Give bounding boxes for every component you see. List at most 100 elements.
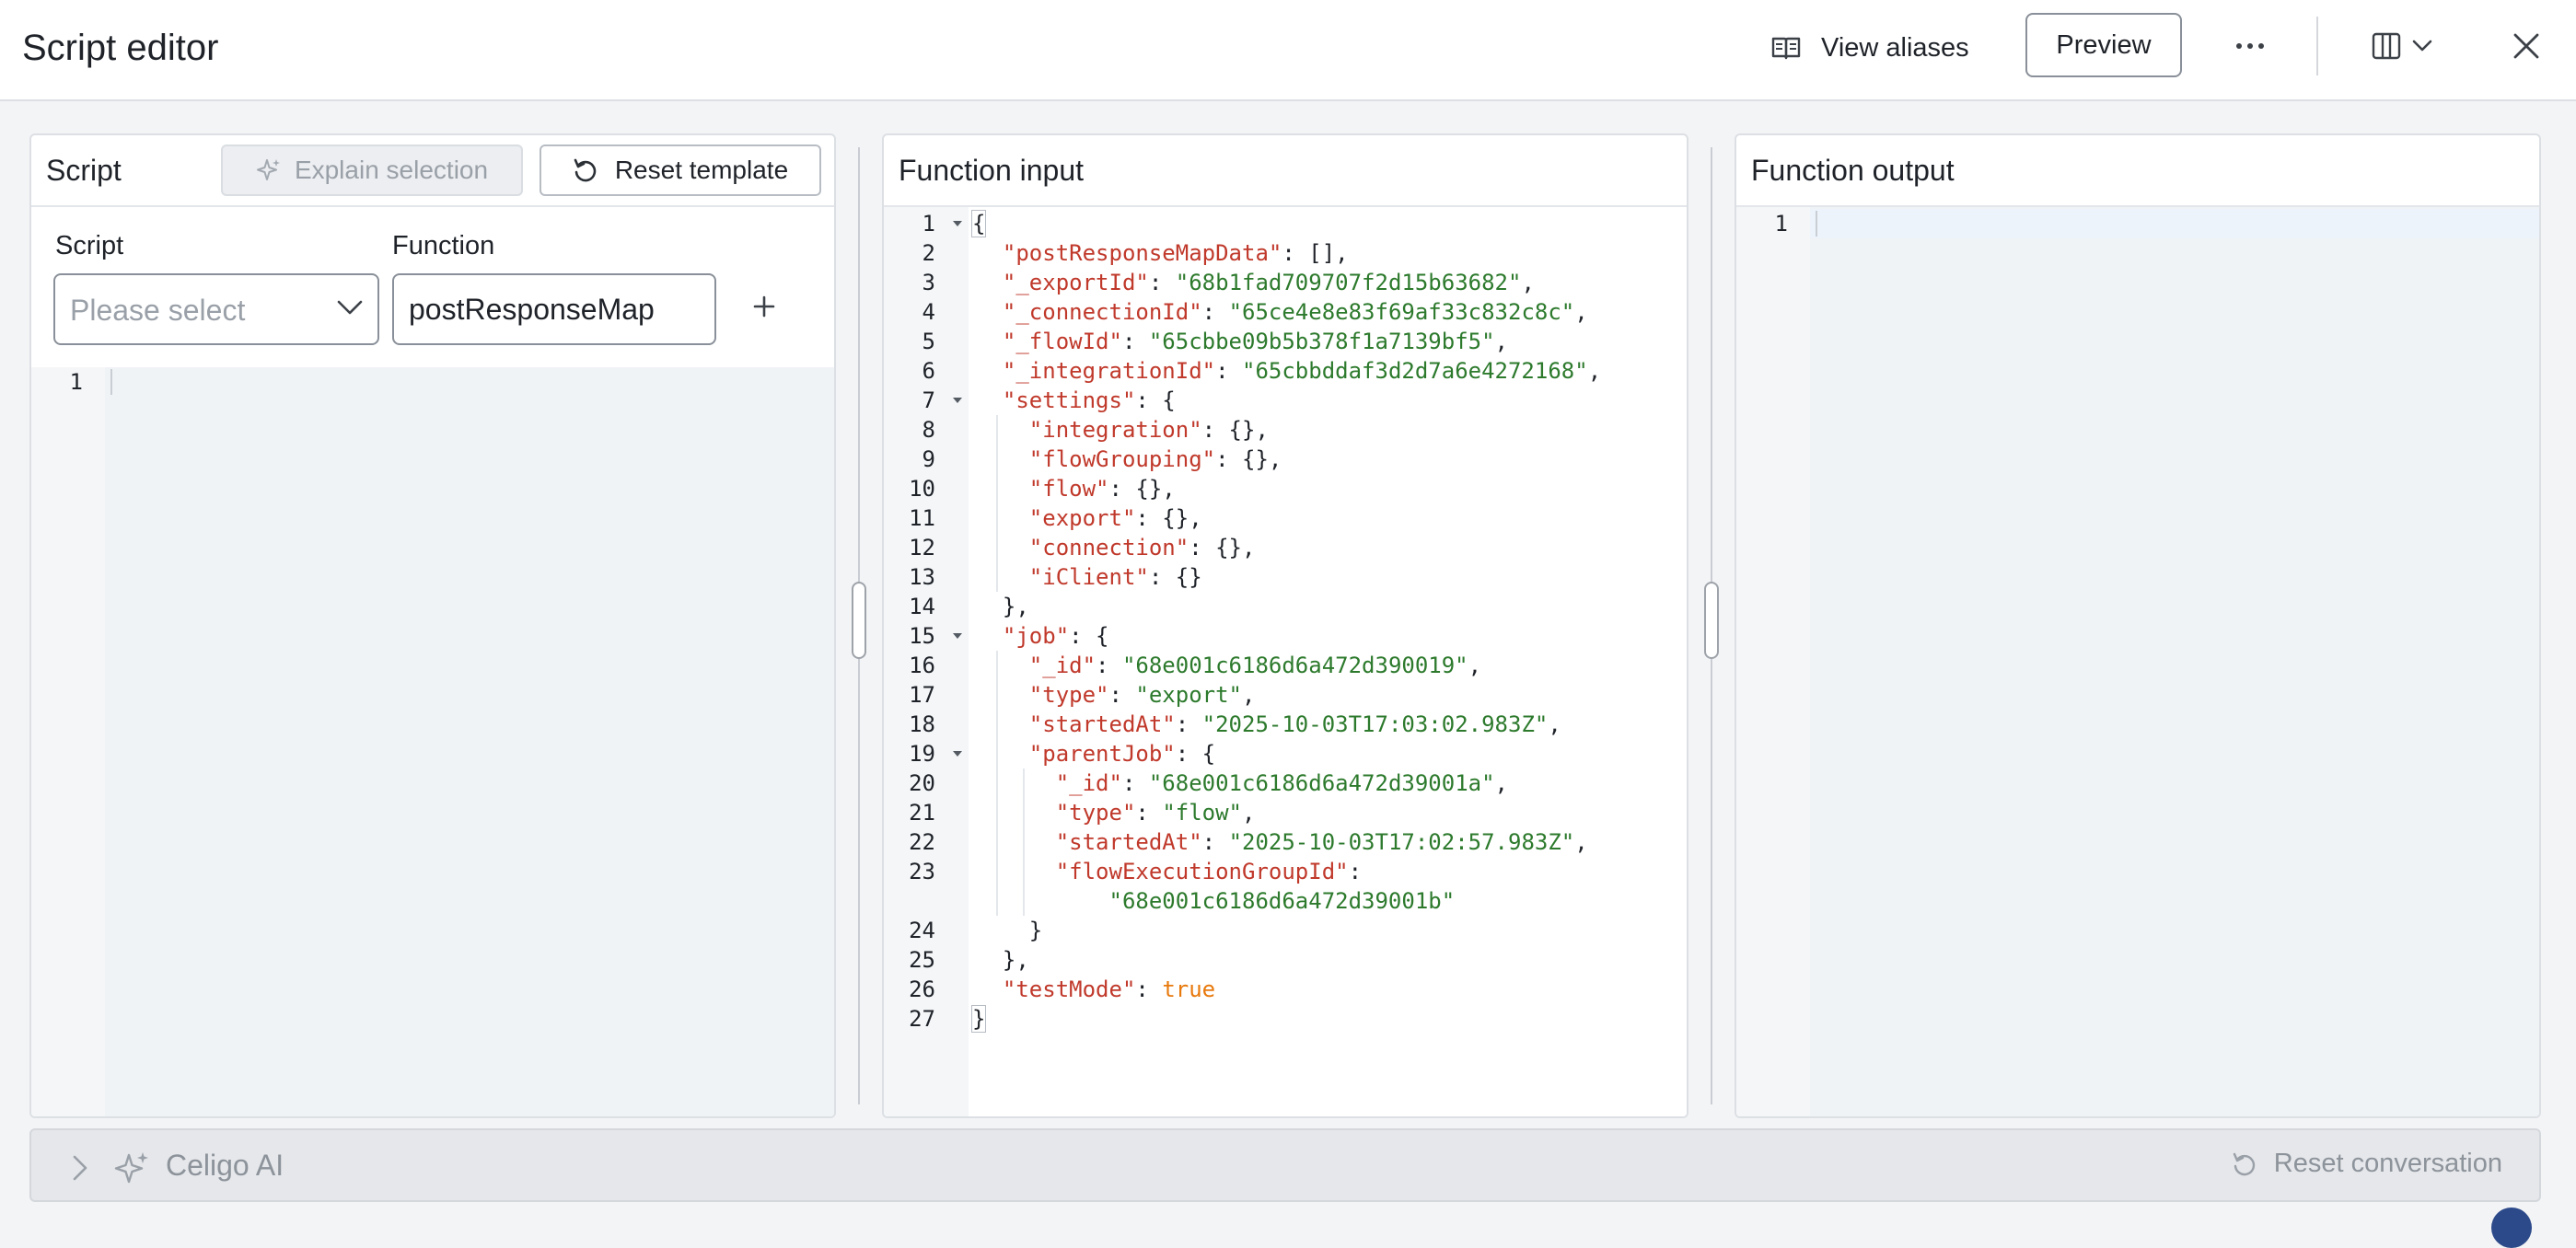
reset-conversation-button[interactable]: Reset conversation bbox=[2232, 1149, 2502, 1179]
code-line: } bbox=[976, 918, 1043, 943]
layout-toggle-button[interactable] bbox=[2372, 24, 2449, 68]
code-line: "type": "flow", bbox=[1055, 800, 1256, 826]
more-horizontal-icon bbox=[2236, 43, 2264, 49]
reset-template-button[interactable]: Reset template bbox=[540, 144, 821, 196]
function-output-title: Function output bbox=[1751, 154, 1955, 187]
reset-conversation-label: Reset conversation bbox=[2273, 1149, 2502, 1178]
text-cursor bbox=[1816, 211, 1817, 237]
line-number: 2 bbox=[922, 240, 935, 266]
resize-handle[interactable] bbox=[1704, 582, 1719, 659]
function-input-panel: Function input 1 2 3 4 5 6 7 8 9 10 11 1… bbox=[882, 133, 1688, 1118]
reset-icon bbox=[2233, 1152, 2255, 1175]
script-panel-header: Script Explain selection Reset template bbox=[31, 135, 834, 207]
code-line: "job": { bbox=[1002, 623, 1109, 649]
script-code-editor[interactable]: 1 bbox=[31, 367, 834, 1116]
script-panel: Script Explain selection Reset template … bbox=[29, 133, 836, 1118]
line-number: 22 bbox=[909, 829, 935, 855]
view-aliases-button[interactable]: View aliases bbox=[1771, 28, 1969, 68]
line-number: 10 bbox=[909, 476, 935, 502]
add-function-button[interactable] bbox=[746, 288, 783, 325]
code-line: "iClient": {} bbox=[1028, 564, 1202, 590]
function-input-title: Function input bbox=[899, 154, 1085, 187]
code-content[interactable]: { "postResponseMapData": [], "_exportId"… bbox=[969, 207, 1687, 1116]
sparkle-icon bbox=[114, 1152, 148, 1184]
line-number: 3 bbox=[922, 270, 935, 295]
help-widget[interactable] bbox=[2491, 1208, 2532, 1248]
line-number: 17 bbox=[909, 682, 935, 708]
line-number: 1 bbox=[1774, 211, 1788, 237]
function-output-header: Function output bbox=[1736, 135, 2539, 207]
function-output-panel: Function output 1 bbox=[1735, 133, 2541, 1118]
line-number: 8 bbox=[922, 417, 935, 443]
code-line: "startedAt": "2025-10-03T17:02:57.983Z", bbox=[1055, 829, 1588, 855]
chevron-down-icon bbox=[2412, 40, 2432, 52]
close-icon bbox=[2513, 33, 2539, 59]
code-line: "testMode": true bbox=[1002, 976, 1216, 1002]
explain-selection-button[interactable]: Explain selection bbox=[221, 144, 523, 196]
line-number: 16 bbox=[909, 653, 935, 678]
line-number: 13 bbox=[909, 564, 935, 590]
chevron-right-icon[interactable] bbox=[72, 1154, 88, 1182]
line-number: 11 bbox=[909, 505, 935, 531]
line-number: 6 bbox=[922, 358, 935, 384]
code-line: }, bbox=[976, 594, 1029, 619]
page-title: Script editor bbox=[22, 28, 219, 68]
code-line: { bbox=[970, 210, 987, 237]
code-line: "_connectionId": "65ce4e8e83f69af33c832c… bbox=[1002, 299, 1588, 325]
code-line: "68e001c6186d6a472d39001b" bbox=[1108, 888, 1456, 914]
header-divider bbox=[2316, 17, 2318, 75]
fold-caret-icon[interactable] bbox=[952, 386, 963, 415]
reset-icon bbox=[574, 158, 597, 182]
close-button[interactable] bbox=[2502, 22, 2550, 70]
line-number: 5 bbox=[922, 329, 935, 354]
script-field-label: Script bbox=[55, 231, 124, 260]
resize-handle[interactable] bbox=[852, 582, 866, 659]
line-number: 9 bbox=[922, 446, 935, 472]
explain-selection-label: Explain selection bbox=[294, 156, 489, 184]
function-input[interactable] bbox=[392, 273, 716, 345]
celigo-ai-label: Celigo AI bbox=[166, 1149, 284, 1182]
code-line: "flow": {}, bbox=[1028, 476, 1176, 502]
script-select-placeholder: Please select bbox=[70, 294, 246, 327]
code-line: "_exportId": "68b1fad709707f2d15b63682", bbox=[1002, 270, 1535, 295]
code-line: "flowGrouping": {}, bbox=[1028, 446, 1282, 472]
code-line: "flowExecutionGroupId": bbox=[1055, 859, 1363, 884]
celigo-ai-bar[interactable]: Celigo AI Reset conversation bbox=[29, 1128, 2541, 1202]
line-number: 14 bbox=[909, 594, 935, 619]
line-number: 20 bbox=[909, 770, 935, 796]
line-gutter: 1 2 3 4 5 6 7 8 9 10 11 12 13 14 15 16 1… bbox=[884, 207, 969, 1116]
chevron-down-icon bbox=[337, 300, 363, 315]
line-number: 23 bbox=[909, 859, 935, 884]
line-gutter: 1 bbox=[1736, 207, 1810, 1116]
fold-caret-icon[interactable] bbox=[952, 621, 963, 651]
fold-caret-icon[interactable] bbox=[952, 739, 963, 768]
line-number: 12 bbox=[909, 535, 935, 560]
function-input-editor[interactable]: 1 2 3 4 5 6 7 8 9 10 11 12 13 14 15 16 1… bbox=[884, 207, 1687, 1116]
code-line: "export": {}, bbox=[1028, 505, 1202, 531]
reset-template-label: Reset template bbox=[614, 156, 789, 184]
plus-icon bbox=[753, 295, 775, 318]
line-number: 25 bbox=[909, 947, 935, 973]
code-content[interactable] bbox=[105, 367, 834, 1116]
script-select[interactable]: Please select bbox=[53, 273, 379, 345]
preview-button[interactable]: Preview bbox=[2025, 13, 2182, 77]
fold-caret-icon[interactable] bbox=[952, 209, 963, 238]
code-line: "_flowId": "65cbbe09b5b378f1a7139bf5", bbox=[1002, 329, 1508, 354]
function-output-editor[interactable]: 1 bbox=[1736, 207, 2539, 1116]
script-panel-title: Script bbox=[46, 154, 122, 187]
line-number: 1 bbox=[69, 369, 83, 395]
code-line: "startedAt": "2025-10-03T17:03:02.983Z", bbox=[1028, 711, 1561, 737]
more-options-button[interactable] bbox=[2222, 20, 2278, 72]
line-number: 18 bbox=[909, 711, 935, 737]
sparkle-icon bbox=[256, 159, 280, 180]
code-line: "parentJob": { bbox=[1028, 741, 1216, 767]
book-icon bbox=[1771, 37, 1801, 60]
code-line: }, bbox=[976, 947, 1029, 973]
text-cursor bbox=[110, 369, 112, 395]
code-line: "connection": {}, bbox=[1028, 535, 1256, 560]
line-number: 19 bbox=[909, 741, 935, 767]
code-line: "_id": "68e001c6186d6a472d390019", bbox=[1028, 653, 1482, 678]
view-aliases-label: View aliases bbox=[1821, 32, 1969, 63]
code-line: } bbox=[970, 1005, 987, 1033]
function-input-header: Function input bbox=[884, 135, 1687, 207]
